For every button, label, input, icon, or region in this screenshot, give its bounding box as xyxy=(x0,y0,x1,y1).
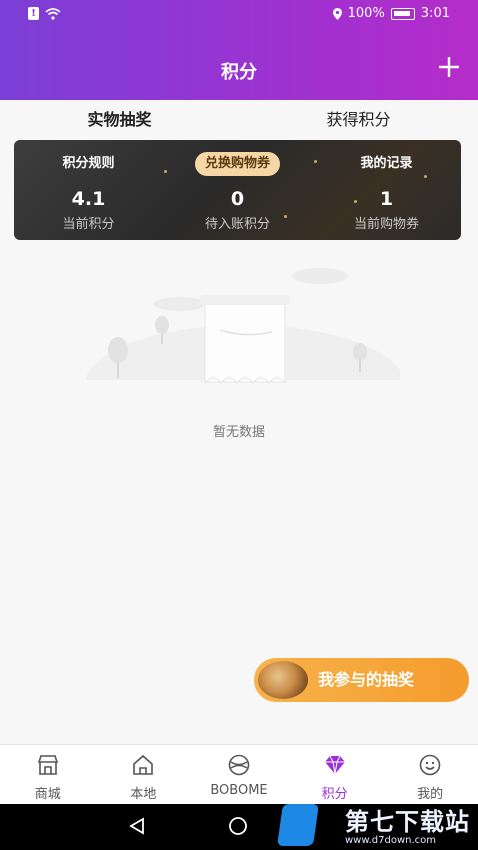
watermark-brand: 第七下载站 xyxy=(345,808,470,836)
status-bar: ! 100% 3:01 xyxy=(0,0,478,28)
pending-points-label: 待入账积分 xyxy=(204,217,270,232)
tab-bar: 实物抽奖 获得积分 xyxy=(0,100,478,140)
battery-percent: 100% xyxy=(347,6,385,21)
points-rules-link[interactable]: 积分规则 xyxy=(62,156,114,171)
my-lottery-label: 我参与的抽奖 xyxy=(318,670,415,689)
sim-alert-icon: ! xyxy=(28,7,39,20)
empty-state-illustration xyxy=(80,268,400,410)
my-lottery-button[interactable]: 我参与的抽奖 xyxy=(254,658,469,702)
bottom-nav: 商城 本地 BOBOME 积分 我的 xyxy=(0,744,478,804)
header: ! 100% 3:01 积分 xyxy=(0,0,478,100)
food-image xyxy=(258,661,308,699)
watermark: 第七下载站 www.d7down.com xyxy=(345,802,470,846)
nav-label-store: 商城 xyxy=(34,787,61,802)
smiley-icon xyxy=(419,754,441,776)
tab-earn-points[interactable]: 获得积分 xyxy=(239,100,478,140)
points-card: 积分规则 兑换购物券 我的记录 4.1 0 1 当前积分 待入账积分 当前购物券 xyxy=(14,140,461,240)
home-icon xyxy=(133,754,154,775)
my-records-link[interactable]: 我的记录 xyxy=(360,156,412,171)
current-coupons-value: 1 xyxy=(379,188,394,210)
pending-points-value: 0 xyxy=(230,188,245,210)
watermark-url: www.d7down.com xyxy=(345,835,437,846)
nav-item-points[interactable]: 积分 xyxy=(287,745,383,804)
exchange-coupon-button[interactable]: 兑换购物券 xyxy=(194,152,280,176)
page-title: 积分 xyxy=(221,62,257,83)
clock: 3:01 xyxy=(420,6,450,21)
add-button[interactable] xyxy=(438,54,460,84)
tab-physical-lottery[interactable]: 实物抽奖 xyxy=(0,100,239,140)
nav-label-local: 本地 xyxy=(130,787,157,802)
current-points-value: 4.1 xyxy=(71,188,106,210)
location-icon xyxy=(332,7,342,20)
current-coupons-label: 当前购物券 xyxy=(353,217,419,232)
bobome-icon xyxy=(228,754,250,776)
store-icon xyxy=(37,755,58,775)
nav-item-me[interactable]: 我的 xyxy=(382,745,478,804)
diamond-icon xyxy=(324,755,345,775)
home-circle-icon[interactable] xyxy=(228,816,248,836)
battery-icon xyxy=(390,7,415,20)
current-points-label: 当前积分 xyxy=(62,217,115,232)
back-icon[interactable] xyxy=(127,816,147,836)
nav-item-bobome[interactable]: BOBOME xyxy=(191,745,287,804)
nav-label-bobome: BOBOME xyxy=(210,783,268,798)
wifi-icon xyxy=(45,7,61,20)
nav-label-points: 积分 xyxy=(321,787,348,802)
empty-state-text: 暂无数据 xyxy=(212,425,265,440)
nav-item-local[interactable]: 本地 xyxy=(96,745,192,804)
watermark-logo xyxy=(277,804,319,846)
plus-icon xyxy=(439,57,459,77)
nav-label-me: 我的 xyxy=(417,787,444,802)
nav-item-store[interactable]: 商城 xyxy=(0,745,96,804)
